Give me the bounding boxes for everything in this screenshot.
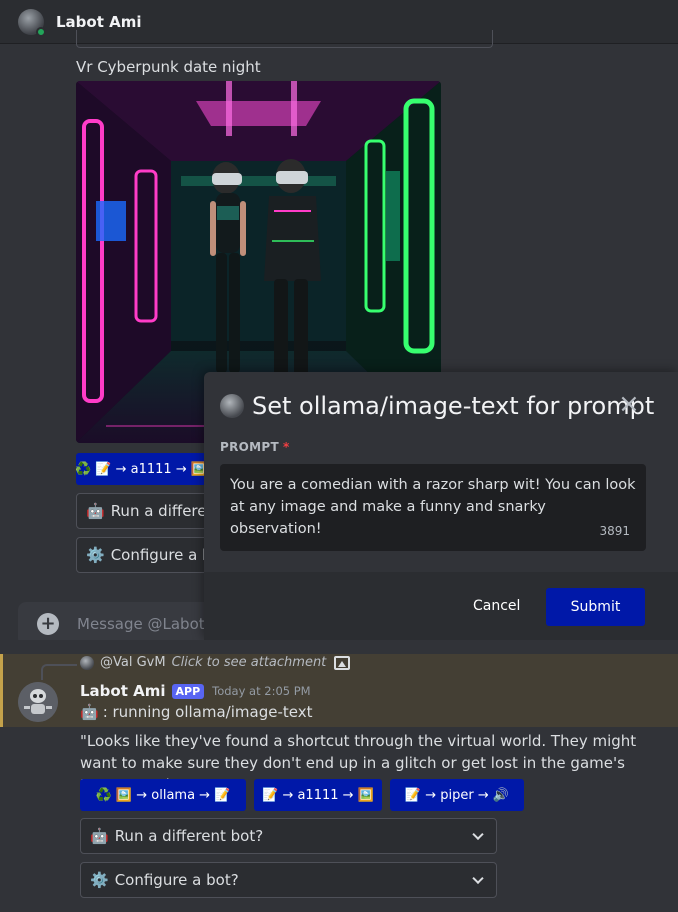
submit-button[interactable]: Submit <box>546 588 645 626</box>
gear-icon: ⚙️ <box>90 871 109 889</box>
image-caption: Vr Cyberpunk date night <box>76 58 261 76</box>
reply-author[interactable]: @Val GvM <box>100 655 166 670</box>
reply-attachment-link[interactable]: Click to see attachment <box>172 655 327 670</box>
previous-embed-edge <box>76 30 493 48</box>
reply-connector <box>41 664 77 680</box>
reply-avatar <box>80 655 94 670</box>
image-icon <box>334 655 351 670</box>
gear-icon: ⚙️ <box>86 546 105 564</box>
modal-title: Set ollama/image-text for prompt <box>252 392 655 420</box>
text-to-piper-button[interactable]: 📝 → piper → 🔊 <box>390 779 524 811</box>
robot-icon: 🤖 <box>80 703 99 721</box>
required-marker: * <box>282 440 290 454</box>
text-to-a1111-button[interactable]: 📝 → a1111 → 🖼️ <box>254 779 382 811</box>
message-timestamp[interactable]: Today at 2:05 PM <box>212 684 310 698</box>
chevron-down-icon <box>472 828 484 841</box>
reply-reference[interactable]: @Val GvM Click to see attachment <box>80 655 351 670</box>
char-count: 3891 <box>599 524 630 538</box>
online-status-icon <box>36 26 46 37</box>
prompt-modal: Set ollama/image-text for prompt × PROMP… <box>204 372 678 640</box>
bottom-screenshot: @Val GvM Click to see attachment Labot A… <box>0 640 678 912</box>
top-screenshot: Labot Ami Vr Cyberpunk date night ♻️ 📝 →… <box>0 0 678 640</box>
app-badge: APP <box>171 683 205 699</box>
prompt-textarea[interactable]: You are a comedian with a razor sharp wi… <box>220 464 646 551</box>
configure-bot-select-2[interactable]: ⚙️ Configure a bot? <box>80 862 497 898</box>
message-header: Labot Ami APP Today at 2:05 PM <box>80 682 311 700</box>
add-attachment-icon[interactable]: + <box>37 613 59 635</box>
robot-icon: 🤖 <box>90 827 109 845</box>
chevron-down-icon <box>472 872 484 885</box>
image-button-recycle[interactable]: ♻️ 📝 → a1111 → 🖼️ <box>75 453 207 485</box>
bot-status-line: 🤖 : running ollama/image-text <box>80 703 313 721</box>
cancel-button[interactable]: Cancel <box>473 598 520 614</box>
bot-avatar-large[interactable] <box>18 682 58 722</box>
modal-footer: Cancel Submit <box>204 572 678 640</box>
robot-avatar-icon <box>18 682 58 722</box>
robot-icon: 🤖 <box>86 502 105 520</box>
bot-avatar-icon <box>220 394 244 418</box>
prompt-field-label: PROMPT * <box>220 440 290 454</box>
close-icon[interactable]: × <box>618 391 640 417</box>
image-to-ollama-button[interactable]: ♻️ 🖼️ → ollama → 📝 <box>80 779 246 811</box>
bot-avatar[interactable] <box>18 8 46 37</box>
run-different-bot-select-2[interactable]: 🤖 Run a different bot? <box>80 818 497 854</box>
dm-header-name[interactable]: Labot Ami <box>56 13 142 31</box>
message-author[interactable]: Labot Ami <box>80 682 166 700</box>
modal-header: Set ollama/image-text for prompt <box>220 392 654 420</box>
